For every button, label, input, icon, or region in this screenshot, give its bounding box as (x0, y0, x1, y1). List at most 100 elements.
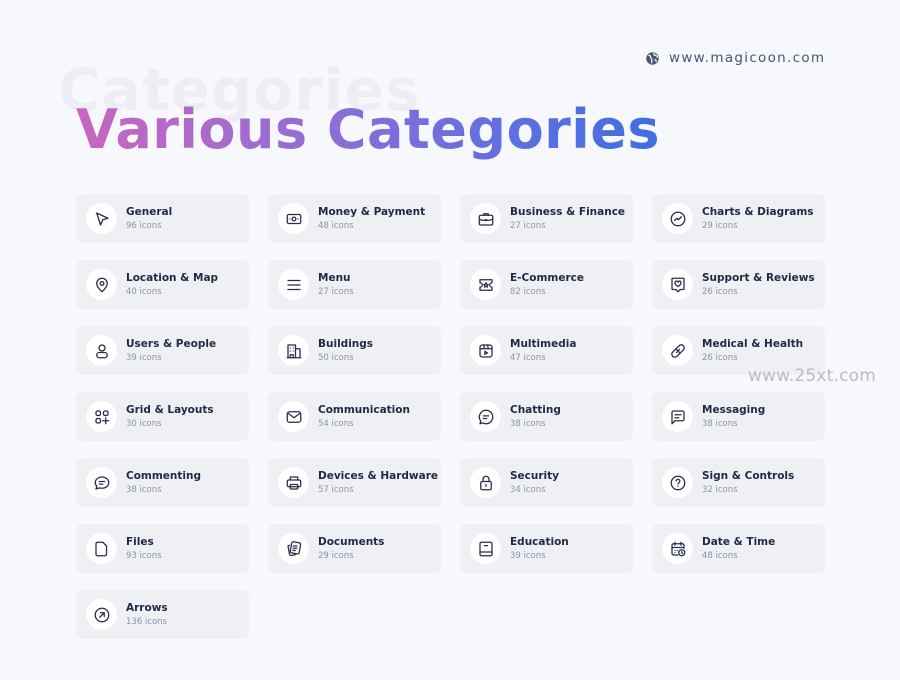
watermark: www.25xt.com (748, 366, 877, 386)
category-count: 26 icons (702, 352, 738, 363)
category-count: 29 icons (318, 550, 354, 561)
category-name: Users & People (126, 337, 217, 350)
category-card-business-finance[interactable]: Business & Finance 27 icons (460, 194, 633, 243)
category-name: Messaging (702, 403, 766, 416)
lock-icon (479, 475, 492, 490)
category-card-education[interactable]: Education 39 icons (460, 524, 633, 573)
category-name: E-Commerce (510, 271, 584, 284)
category-card-general[interactable]: General 96 icons (76, 194, 249, 243)
file-icon (94, 541, 107, 556)
cursor-pointer-icon (95, 211, 109, 226)
category-card-users-people[interactable]: Users & People 39 icons (76, 326, 249, 375)
category-name: Multimedia (510, 337, 577, 350)
category-card-devices-hardware[interactable]: Devices & Hardware 57 icons (268, 458, 441, 507)
category-count: 34 icons (510, 484, 546, 495)
category-card-arrows[interactable]: Arrows 136 icons (76, 590, 249, 639)
bandage-icon (670, 343, 685, 358)
chat-bubble-icon (478, 409, 493, 424)
category-name: Date & Time (702, 535, 776, 548)
category-card-commenting[interactable]: Commenting 38 icons (76, 458, 249, 507)
category-card-security[interactable]: Security 34 icons (460, 458, 633, 507)
video-play-icon (478, 343, 493, 358)
category-name: Security (510, 469, 560, 482)
category-count: 38 icons (126, 484, 162, 495)
category-card-support-reviews[interactable]: Support & Reviews 26 icons (652, 260, 825, 309)
category-count: 48 icons (318, 220, 354, 231)
category-count: 54 icons (318, 418, 354, 429)
category-name: Buildings (318, 337, 374, 350)
category-name: Business & Finance (510, 205, 626, 218)
category-count: 30 icons (126, 418, 162, 429)
category-card-date-time[interactable]: Date & Time 48 icons (652, 524, 825, 573)
mail-icon (286, 410, 301, 423)
category-card-sign-controls[interactable]: Sign & Controls 32 icons (652, 458, 825, 507)
category-name: Devices & Hardware (318, 469, 438, 482)
category-card-money-payment[interactable]: Money & Payment 48 icons (268, 194, 441, 243)
printer-icon (286, 475, 301, 490)
category-name: Money & Payment (318, 205, 426, 218)
category-count: 38 icons (510, 418, 546, 429)
category-card-grid-layouts[interactable]: Grid & Layouts 30 icons (76, 392, 249, 441)
user-icon (95, 343, 108, 358)
category-grid: General 96 icons Money & Payment 48 icons … (76, 194, 825, 639)
category-count: 96 icons (126, 220, 162, 231)
category-card-e-commerce[interactable]: E-Commerce 82 icons (460, 260, 633, 309)
category-name: Menu (318, 271, 351, 284)
category-card-multimedia[interactable]: Multimedia 47 icons (460, 326, 633, 375)
page-title: Various Categories (76, 98, 661, 161)
category-name: Support & Reviews (702, 271, 815, 284)
category-name: General (126, 205, 173, 218)
documents-icon (286, 540, 301, 556)
category-count: 50 icons (318, 352, 354, 363)
category-card-menu[interactable]: Menu 27 icons (268, 260, 441, 309)
category-count: 136 icons (126, 616, 167, 627)
category-count: 40 icons (126, 286, 162, 297)
ticket-star-icon (478, 278, 493, 291)
category-count: 39 icons (126, 352, 162, 363)
category-name: Documents (318, 535, 385, 548)
category-count: 48 icons (702, 550, 738, 561)
message-square-icon (670, 409, 685, 424)
question-circle-icon (670, 475, 685, 490)
category-count: 26 icons (702, 286, 738, 297)
website-link[interactable]: www.magicoon.com (645, 50, 825, 66)
category-count: 29 icons (702, 220, 738, 231)
category-count: 82 icons (510, 286, 546, 297)
category-count: 93 icons (126, 550, 162, 561)
website-url: www.magicoon.com (669, 50, 826, 66)
category-count: 57 icons (318, 484, 354, 495)
category-card-documents[interactable]: Documents 29 icons (268, 524, 441, 573)
category-card-buildings[interactable]: Buildings 50 icons (268, 326, 441, 375)
arrow-up-right-circle-icon (94, 607, 109, 622)
category-name: Commenting (126, 469, 202, 482)
category-name: Education (510, 535, 569, 548)
category-count: 47 icons (510, 352, 546, 363)
grid-add-icon (94, 409, 109, 424)
category-count: 27 icons (510, 220, 546, 231)
category-card-charts-diagrams[interactable]: Charts & Diagrams 29 icons (652, 194, 825, 243)
category-name: Location & Map (126, 271, 219, 284)
category-name: Charts & Diagrams (702, 205, 814, 218)
menu-icon (286, 279, 301, 290)
category-name: Arrows (126, 601, 168, 614)
category-count: 32 icons (702, 484, 738, 495)
category-name: Chatting (510, 403, 561, 416)
category-card-communication[interactable]: Communication 54 icons (268, 392, 441, 441)
building-icon (286, 343, 301, 358)
category-name: Medical & Health (702, 337, 804, 350)
category-count: 27 icons (318, 286, 354, 297)
briefcase-icon (478, 212, 493, 226)
globe-icon (646, 51, 659, 65)
banknote-icon (286, 213, 301, 224)
category-card-chatting[interactable]: Chatting 38 icons (460, 392, 633, 441)
location-pin-icon (95, 277, 108, 292)
category-card-messaging[interactable]: Messaging 38 icons (652, 392, 825, 441)
category-name: Files (126, 535, 154, 548)
category-card-location-map[interactable]: Location & Map 40 icons (76, 260, 249, 309)
category-name: Grid & Layouts (126, 403, 214, 416)
category-card-files[interactable]: Files 93 icons (76, 524, 249, 573)
book-icon (478, 541, 493, 556)
category-name: Communication (318, 403, 410, 416)
calendar-clock-icon (670, 541, 685, 556)
comment-icon (94, 475, 109, 490)
